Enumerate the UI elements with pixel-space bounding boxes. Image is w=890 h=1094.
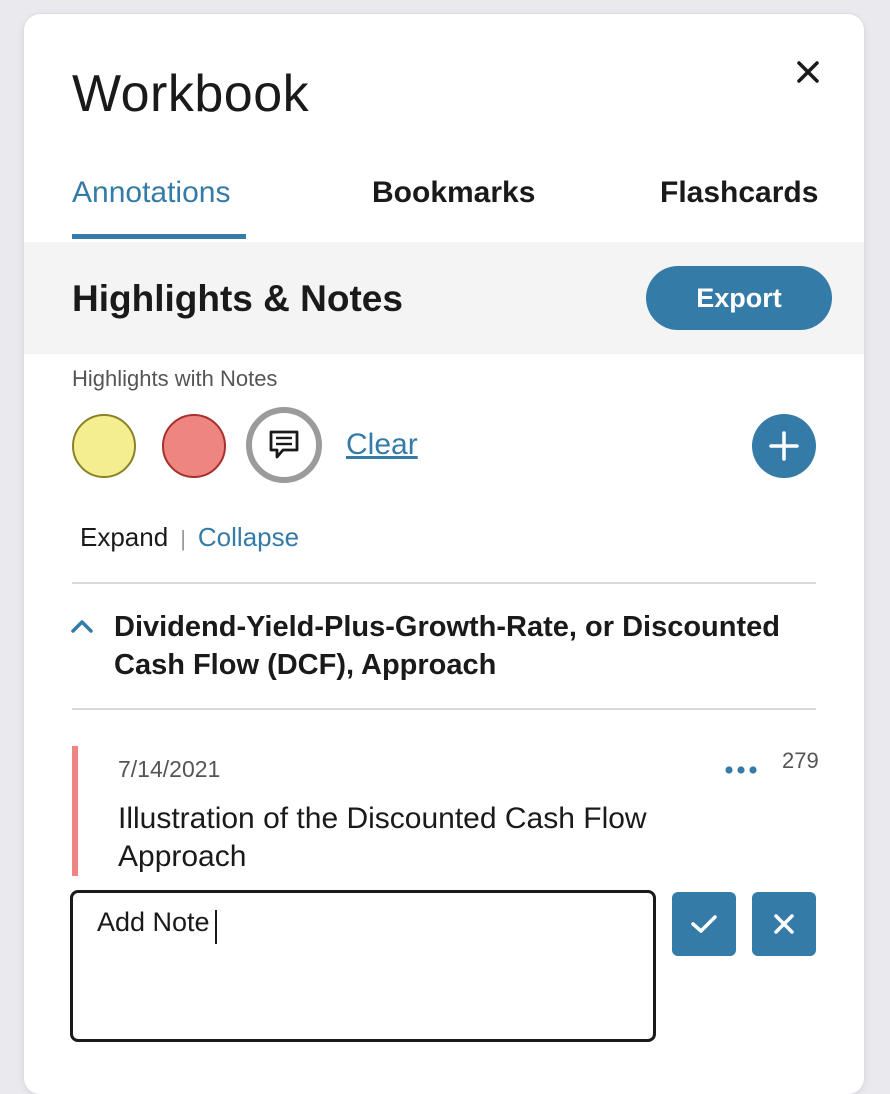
save-note-button[interactable] — [672, 892, 736, 956]
note-date: 7/14/2021 — [118, 756, 221, 782]
export-button[interactable]: Export — [646, 266, 832, 330]
text-cursor — [215, 910, 217, 944]
note-icon — [269, 430, 299, 459]
collapse-all-link[interactable]: Collapse — [198, 522, 299, 552]
tab-annotations[interactable]: Annotations — [72, 176, 230, 210]
more-dots-icon — [725, 766, 757, 774]
tab-flashcards[interactable]: Flashcards — [660, 176, 818, 210]
close-icon — [774, 914, 794, 934]
cancel-note-button[interactable] — [752, 892, 816, 956]
clear-filters-link[interactable]: Clear — [346, 428, 418, 462]
chevron-up-icon — [71, 620, 93, 633]
red-highlight-filter[interactable] — [162, 414, 226, 478]
expand-all-link[interactable]: Expand — [80, 522, 168, 552]
highlights-title: Highlights & Notes — [72, 278, 403, 319]
active-tab-indicator — [72, 234, 246, 239]
divider — [72, 582, 816, 584]
highlights-header: Highlights & Notes Export — [24, 242, 864, 354]
checkmark-icon — [691, 915, 717, 933]
panel-title: Workbook — [72, 65, 310, 123]
note-card: 7/14/2021 279 Illustration of the Discou… — [72, 746, 822, 876]
tab-bookmarks[interactable]: Bookmarks — [372, 176, 535, 210]
highlighted-text: Illustration of the Discounted Cash Flow… — [118, 802, 647, 873]
yellow-highlight-filter[interactable] — [72, 414, 136, 478]
expand-collapse-controls: Expand | Collapse — [80, 522, 299, 553]
divider — [72, 708, 816, 710]
add-annotation-button[interactable] — [752, 414, 816, 478]
filter-label: Highlights with Notes — [72, 366, 278, 391]
close-button[interactable] — [790, 54, 826, 90]
plus-icon — [769, 431, 799, 461]
page-number: 279 — [782, 748, 819, 773]
more-options-button[interactable] — [724, 762, 758, 780]
section-toggle[interactable] — [70, 618, 94, 639]
section-title: Dividend-Yield-Plus-Growth-Rate, or Disc… — [114, 611, 780, 681]
close-icon — [797, 61, 819, 83]
workbook-panel: Workbook Annotations Bookmarks Flashcard… — [24, 14, 864, 1094]
note-input[interactable] — [70, 890, 656, 1042]
notes-filter[interactable] — [246, 407, 322, 483]
tab-bar: Annotations Bookmarks Flashcards — [24, 170, 864, 244]
separator: | — [180, 526, 186, 551]
